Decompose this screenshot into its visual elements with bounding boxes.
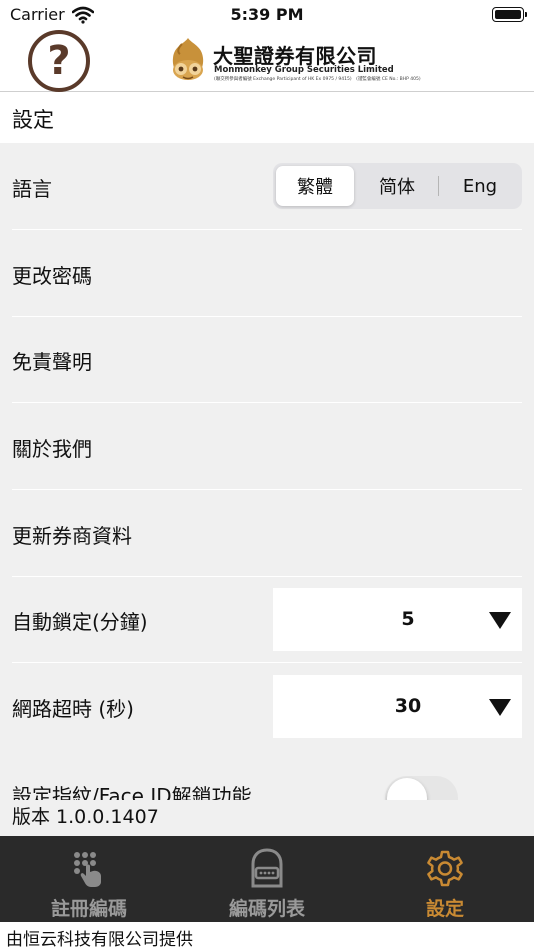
language-label: 語言 [12, 177, 52, 201]
auto-lock-dropdown[interactable]: 5 [273, 588, 522, 651]
network-timeout-dropdown[interactable]: 30 [273, 675, 522, 738]
tab-register-code[interactable]: 註冊編碼 [0, 836, 178, 922]
provider-credit: 由恒云科技有限公司提供 [6, 930, 193, 950]
disclaimer-label: 免責聲明 [12, 350, 92, 374]
segment-divider [438, 176, 439, 196]
change-password-row[interactable]: 更改密碼 [0, 230, 534, 317]
keypad-hand-icon [74, 852, 101, 887]
biometric-label: 設定指紋/Face ID解鎖功能 [12, 784, 252, 800]
gear-icon [427, 850, 463, 887]
token-device-icon [251, 848, 283, 888]
tab-settings[interactable]: 設定 [356, 836, 534, 922]
page-title-bar: 設定 [0, 92, 534, 143]
dropdown-arrow-icon [489, 699, 511, 716]
company-logo: 大聖證券有限公司 Monmonkey Group Securities Limi… [168, 36, 421, 86]
auto-lock-label: 自動鎖定(分鐘) [12, 610, 148, 634]
update-broker-info-label: 更新券商資料 [12, 524, 132, 548]
tab-code-list-label: 編碼列表 [228, 898, 305, 920]
biometric-row: 設定指紋/Face ID解鎖功能 [0, 750, 534, 800]
tab-settings-label: 設定 [425, 898, 464, 920]
about-us-row[interactable]: 關於我們 [0, 403, 534, 490]
version-label: 版本 1.0.0.1407 [12, 806, 159, 828]
language-row: 語言 繁體 简体 Eng [0, 143, 534, 230]
biometric-toggle[interactable] [385, 776, 458, 800]
app-header: ? 大聖證券有限公司 Monmonkey Group Securities Li… [0, 30, 534, 92]
settings-list[interactable]: 語言 繁體 简体 Eng 更改密碼 免責聲明 關於我們 更新券商資料 自動鎖定(… [0, 143, 534, 800]
language-segmented-control[interactable]: 繁體 简体 Eng [273, 163, 522, 209]
provider-footer: 由恒云科技有限公司提供 [0, 922, 534, 950]
disclaimer-row[interactable]: 免責聲明 [0, 316, 534, 403]
dropdown-arrow-icon [489, 612, 511, 629]
version-bar: 版本 1.0.0.1407 [0, 800, 534, 836]
language-option-english[interactable]: Eng [441, 166, 519, 206]
status-bar: Carrier 5:39 PM [0, 0, 534, 30]
help-button[interactable]: ? [28, 30, 90, 92]
company-registration-info: (聯交所參與者編號 Exchange Participant of HK Ex … [214, 77, 421, 82]
question-mark-icon: ? [47, 38, 71, 84]
language-option-simplified[interactable]: 简体 [358, 166, 436, 206]
tab-bar: 註冊編碼 編碼列表 設定 [0, 836, 534, 922]
page-title: 設定 [12, 108, 54, 132]
network-timeout-label: 網路超時 (秒) [12, 697, 134, 721]
toggle-knob [387, 778, 427, 800]
change-password-label: 更改密碼 [12, 264, 92, 288]
tab-register-code-label: 註冊編碼 [50, 898, 127, 920]
company-english-name: Monmonkey Group Securities Limited [214, 65, 394, 75]
auto-lock-row: 自動鎖定(分鐘) 5 [0, 576, 534, 663]
monkey-logo-icon [172, 38, 204, 80]
clock: 5:39 PM [230, 5, 304, 24]
update-broker-info-row[interactable]: 更新券商資料 [0, 490, 534, 577]
language-option-traditional[interactable]: 繁體 [276, 166, 354, 206]
battery-icon [492, 7, 527, 22]
about-us-label: 關於我們 [12, 437, 92, 461]
network-timeout-row: 網路超時 (秒) 30 [0, 663, 534, 750]
tab-code-list[interactable]: 編碼列表 [178, 836, 356, 922]
